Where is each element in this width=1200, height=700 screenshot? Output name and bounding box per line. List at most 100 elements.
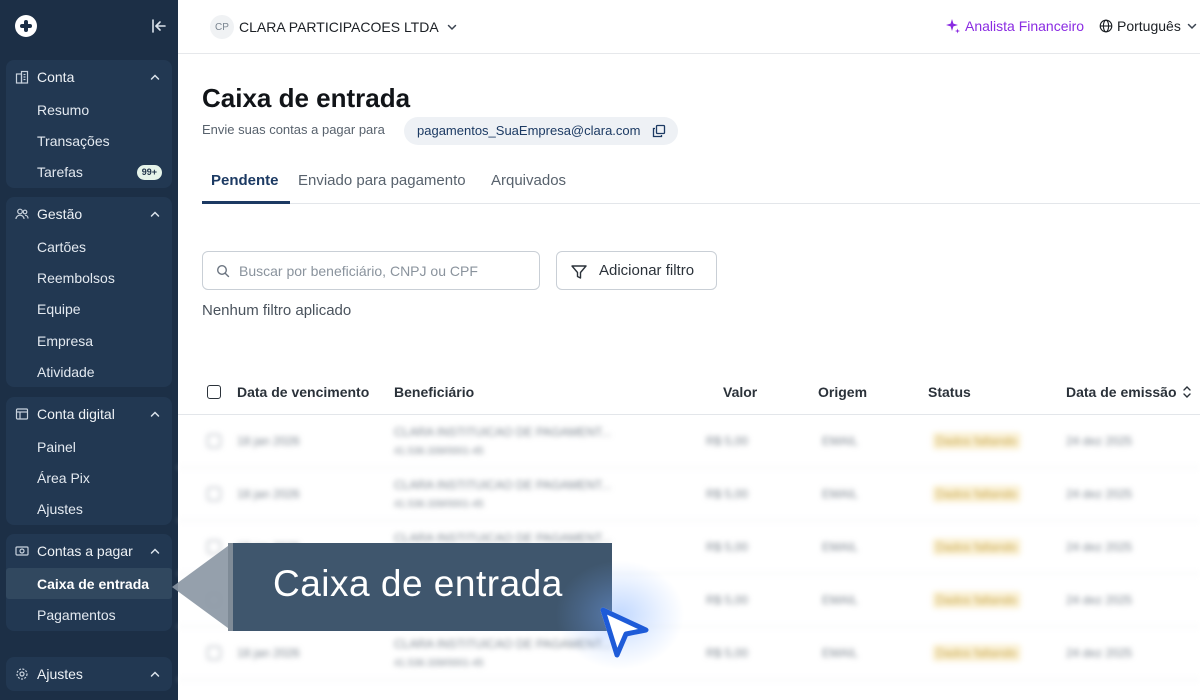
issue-date-cell: 24 dez 2025: [1066, 434, 1133, 448]
company-selector[interactable]: CP CLARA PARTICIPACOES LTDA: [210, 15, 457, 39]
chevron-up-icon[interactable]: [150, 669, 160, 679]
sidebar-item-label: Transações: [37, 132, 110, 149]
sidebar-item-pagamentos[interactable]: Pagamentos: [6, 599, 172, 630]
issue-date-cell: 24 dez 2025: [1066, 593, 1133, 607]
chevron-up-icon[interactable]: [150, 209, 160, 219]
payee-cell: CLARA INSTITUICAO DE PAGAMENT...: [394, 425, 612, 439]
building-icon: [15, 70, 29, 84]
sidebar-item-atividade[interactable]: Atividade: [6, 356, 172, 387]
sidebar-section-ajustes: Ajustes: [6, 657, 172, 691]
origin-cell: EMAIL: [822, 593, 859, 607]
add-filter-button[interactable]: Adicionar filtro: [556, 251, 717, 290]
sidebar-section-header-conta-digital[interactable]: Conta digital: [6, 397, 172, 431]
origin-cell: EMAIL: [822, 646, 859, 660]
column-header-status[interactable]: Status: [928, 384, 971, 400]
sidebar-section-header-gestao[interactable]: Gestão: [6, 197, 172, 231]
sidebar-item-transacoes[interactable]: Transações: [6, 125, 172, 156]
column-header-amount[interactable]: Valor: [723, 384, 757, 400]
sidebar-section-label: Contas a pagar: [37, 543, 133, 559]
chevron-up-icon[interactable]: [150, 409, 160, 419]
clara-logo-icon[interactable]: [15, 15, 37, 37]
due-date-cell: 18 jan 2026: [237, 487, 300, 501]
sidebar-item-reembolsos[interactable]: Reembolsos: [6, 262, 172, 293]
callout-pointer: [172, 543, 232, 631]
sidebar-item-empresa[interactable]: Empresa: [6, 325, 172, 356]
cursor-pointer-icon: [600, 607, 649, 658]
sidebar-section-label: Conta digital: [37, 406, 115, 422]
sidebar-section-header-contas-a-pagar[interactable]: Contas a pagar: [6, 534, 172, 568]
table-row[interactable]: 18 jan 2026 CLARA INSTITUICAO DE PAGAMENT…: [178, 468, 1200, 521]
column-header-due-date[interactable]: Data de vencimento: [237, 384, 369, 400]
users-icon: [15, 208, 29, 220]
status-badge: Dados faltando: [932, 485, 1021, 503]
sort-icon[interactable]: [1182, 385, 1192, 399]
gear-icon: [16, 668, 28, 680]
status-badge: Dados faltando: [932, 591, 1021, 609]
table-row[interactable]: 18 jan 2026CLARA INSTITUICAO DE PAGAMENT…: [178, 627, 1200, 680]
sidebar-item-label: Ajustes: [37, 501, 83, 518]
amount-cell: R$ 5,00: [706, 593, 749, 607]
payee-id-cell: 41.536.339/0001-45: [394, 446, 484, 457]
chevron-up-icon[interactable]: [150, 72, 160, 82]
sidebar-item-label: Painel: [37, 438, 76, 455]
inbox-email: pagamentos_SuaEmpresa@clara.com: [417, 123, 641, 138]
sidebar-item-ajustes-digital[interactable]: Ajustes: [6, 494, 172, 525]
active-tab-indicator: [202, 201, 290, 204]
search-input[interactable]: Buscar por beneficiário, CNPJ ou CPF: [202, 251, 540, 290]
sidebar-item-label: Cartões: [37, 238, 87, 255]
tab-arquivados[interactable]: Arquivados: [491, 172, 566, 189]
column-header-issue-date[interactable]: Data de emissão: [1066, 384, 1177, 400]
row-checkbox[interactable]: [207, 487, 221, 501]
filter-status-text: Nenhum filtro aplicado: [202, 302, 352, 319]
collapse-sidebar-icon[interactable]: [150, 17, 168, 35]
amount-cell: R$ 5,00: [706, 646, 749, 660]
due-date-cell: 18 jan 2026: [237, 646, 300, 660]
sidebar: Conta Resumo Transações Tarefas 99+ Gestã…: [0, 0, 178, 700]
sidebar-section-conta: Conta Resumo Transações Tarefas 99+: [6, 60, 172, 188]
tasks-count-badge: 99+: [136, 164, 162, 180]
filter-icon: [571, 265, 587, 279]
sidebar-item-label: Área Pix: [37, 469, 90, 486]
copy-icon[interactable]: [652, 124, 666, 138]
sidebar-item-label: Tarefas: [37, 164, 83, 181]
sidebar-item-area-pix[interactable]: Área Pix: [6, 462, 172, 493]
amount-cell: R$ 5,00: [706, 540, 749, 554]
table-header: Data de vencimento Beneficiário Valor Or…: [178, 370, 1200, 415]
payee-id-cell: 41.536.339/0001-45: [394, 658, 484, 669]
analyst-label: Analista Financeiro: [965, 18, 1085, 34]
sidebar-item-label: Resumo: [37, 101, 90, 118]
chevron-down-icon: [447, 24, 456, 31]
tab-enviado-para-pagamento[interactable]: Enviado para pagamento: [298, 172, 466, 189]
sidebar-section-header-ajustes[interactable]: Ajustes: [6, 657, 172, 691]
globe-icon: [1099, 19, 1113, 33]
row-checkbox[interactable]: [207, 434, 221, 448]
table-row[interactable]: 18 jan 2026 CLARA INSTITUICAO DE PAGAMENT…: [178, 415, 1200, 468]
column-header-payee[interactable]: Beneficiário: [394, 384, 474, 400]
issue-date-cell: 24 dez 2025: [1066, 487, 1133, 501]
row-checkbox[interactable]: [207, 646, 221, 660]
sparkle-icon: [946, 19, 960, 34]
sidebar-item-resumo[interactable]: Resumo: [6, 94, 172, 125]
sidebar-item-tarefas[interactable]: Tarefas 99+: [6, 157, 172, 188]
select-all-checkbox[interactable]: [207, 385, 221, 399]
email-chip[interactable]: pagamentos_SuaEmpresa@clara.com: [404, 117, 679, 145]
sidebar-section-header-conta[interactable]: Conta: [6, 60, 172, 94]
origin-cell: EMAIL: [822, 487, 859, 501]
due-date-cell: 18 jan 2026: [237, 434, 300, 448]
sidebar-item-caixa-de-entrada[interactable]: Caixa de entrada: [6, 568, 172, 600]
sidebar-item-painel[interactable]: Painel: [6, 431, 172, 462]
tab-pendente[interactable]: Pendente: [211, 172, 279, 189]
status-badge: Dados faltando: [932, 432, 1021, 450]
sidebar-item-cartoes[interactable]: Cartões: [6, 231, 172, 262]
column-header-origin[interactable]: Origem: [818, 384, 867, 400]
page-title: Caixa de entrada: [202, 83, 411, 113]
sidebar-item-equipe[interactable]: Equipe: [6, 294, 172, 325]
sidebar-item-label: Equipe: [37, 301, 81, 318]
language-selector[interactable]: Português: [1099, 18, 1197, 34]
chevron-up-icon[interactable]: [150, 546, 160, 556]
status-badge: Dados faltando: [932, 644, 1021, 662]
payee-cell: CLARA INSTITUICAO DE PAGAMENT...: [394, 478, 612, 492]
origin-cell: EMAIL: [822, 434, 859, 448]
analyst-button[interactable]: Analista Financeiro: [945, 18, 1084, 34]
issue-date-cell: 24 dez 2025: [1066, 646, 1133, 660]
